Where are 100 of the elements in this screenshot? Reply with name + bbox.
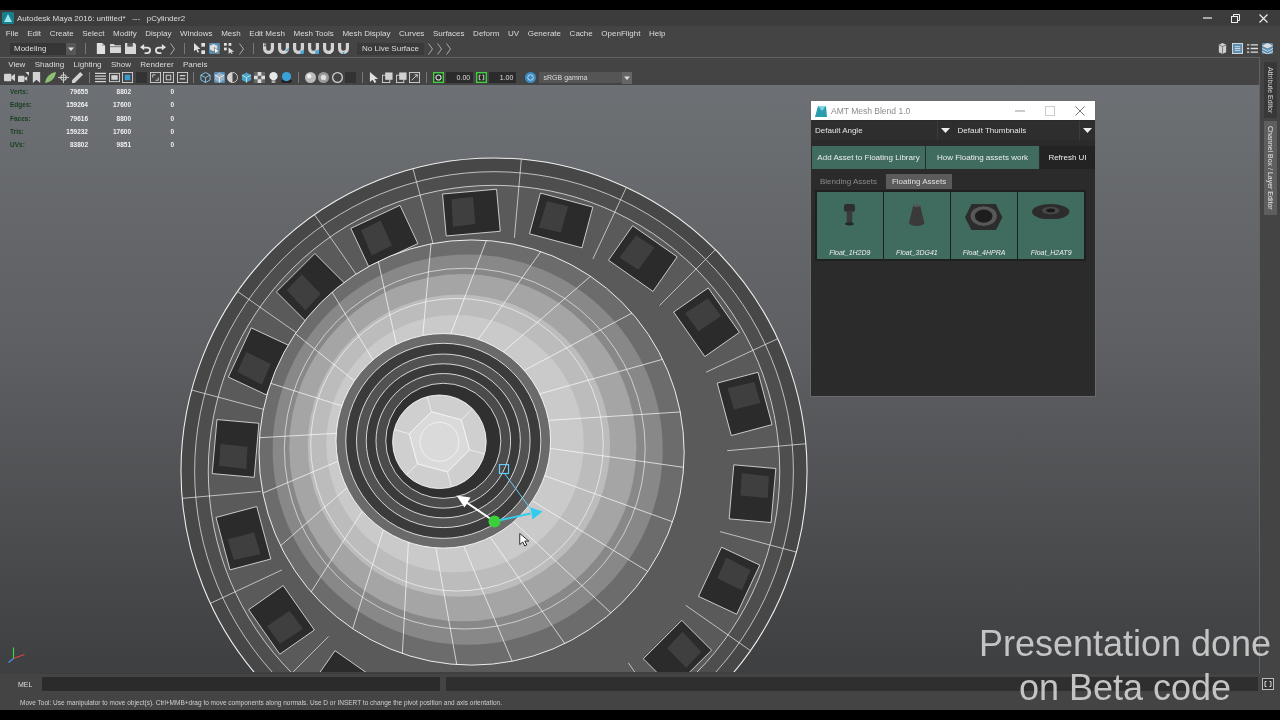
light-bulb-icon[interactable] (267, 72, 279, 83)
tab[interactable]: Floating Assets (885, 174, 953, 189)
resolution-gate-icon[interactable] (122, 72, 134, 83)
menu-item[interactable]: Edit Mesh (245, 28, 290, 38)
caption-text: Presentation done (978, 622, 1272, 666)
overlapping-squares-icon[interactable] (382, 72, 394, 83)
menu-item[interactable]: UV (503, 28, 524, 38)
live-surface-field[interactable]: No Live Surface (357, 42, 424, 55)
shaded-cube-icon[interactable] (213, 72, 225, 83)
crosshair-icon[interactable] (58, 72, 70, 83)
bookmark-icon[interactable] (31, 72, 43, 83)
camera-icon[interactable] (17, 72, 29, 83)
textured-cube-icon[interactable] (240, 72, 252, 83)
caption-text: on Beta code (1018, 666, 1232, 710)
panel-icon[interactable] (1232, 43, 1243, 54)
menu-item[interactable]: Edit (23, 28, 46, 38)
menu-item[interactable]: Mesh (216, 28, 245, 38)
button[interactable]: Add Asset to Floating Library (812, 146, 925, 169)
menu-item[interactable]: Generate (523, 28, 566, 38)
cone-icon (909, 204, 925, 226)
menu-item[interactable]: Select (78, 28, 109, 38)
panel-menu-item[interactable]: View (3, 59, 31, 69)
caret-icon[interactable] (621, 71, 632, 84)
resize-icon[interactable] (409, 72, 421, 83)
menu-item[interactable]: Deform (468, 28, 504, 38)
magnet-icon[interactable] (308, 43, 319, 54)
button[interactable]: How Floating assets work (926, 146, 1039, 169)
menu-item[interactable]: Surfaces (428, 28, 469, 38)
menu-item[interactable]: Mesh Tools (289, 28, 339, 38)
exposure-icon[interactable] (432, 72, 444, 83)
magnet-icon[interactable] (293, 43, 304, 54)
app-logo-icon (815, 104, 827, 117)
cursor-cube-icon[interactable] (209, 43, 220, 54)
magnet-icon[interactable] (338, 43, 349, 54)
magnet-icon[interactable] (278, 43, 289, 54)
caret-icon[interactable] (940, 128, 950, 133)
script-editor-icon[interactable] (1262, 678, 1274, 690)
chevron-icon[interactable] (436, 42, 442, 55)
menu-item[interactable]: Modify (108, 28, 141, 38)
leaf-icon[interactable] (44, 72, 56, 83)
menu-item[interactable]: OpenFlight (597, 28, 645, 38)
chevron-icon[interactable] (239, 42, 244, 55)
panel-menu-item[interactable]: Panels (178, 59, 213, 69)
panel-menu-item[interactable]: Shading (30, 59, 69, 69)
restore-icon[interactable] (1231, 13, 1240, 23)
gamma-icon[interactable] (475, 72, 487, 83)
hex-nut-icon (965, 204, 1003, 231)
menu-item[interactable]: Create (45, 28, 78, 38)
chevron-icon[interactable] (170, 42, 175, 55)
menu-set-dropdown[interactable]: Modeling (10, 42, 76, 55)
caret-icon[interactable] (1083, 128, 1092, 133)
cube-icon[interactable] (1217, 43, 1228, 54)
button[interactable]: Refresh UI (1040, 146, 1095, 169)
color-management-icon[interactable] (524, 72, 536, 83)
menu-item[interactable]: File (1, 28, 23, 38)
list-icon[interactable] (1247, 43, 1258, 54)
menu-item[interactable]: Help (644, 28, 670, 38)
chevron-icon[interactable] (445, 42, 451, 55)
window-title: AMT Mesh Blend 1.0 (831, 105, 911, 116)
camera-icon[interactable] (4, 72, 15, 83)
pencil-icon[interactable] (71, 72, 83, 83)
chevron-icon[interactable] (427, 42, 433, 55)
overlapping-squares-icon[interactable] (395, 72, 407, 83)
magnet-icon[interactable] (263, 43, 274, 54)
frame-icon[interactable] (149, 72, 161, 83)
half-circle-icon[interactable] (227, 72, 239, 83)
sphere-shadow-icon[interactable] (281, 72, 293, 83)
undo-icon[interactable] (140, 43, 151, 54)
menu-item[interactable]: Windows (175, 28, 217, 38)
command-input[interactable] (42, 677, 440, 691)
folder-icon[interactable] (110, 43, 121, 54)
panel-menu-item[interactable]: Lighting (68, 59, 107, 69)
panel-menu-item[interactable]: Show (106, 59, 136, 69)
sphere-icon[interactable] (318, 72, 330, 83)
tab[interactable]: Blending Assets (814, 174, 883, 189)
layers-icon[interactable] (1262, 43, 1273, 54)
menu-item[interactable]: Cache (565, 28, 598, 38)
list-icon[interactable] (95, 72, 107, 83)
new-file-icon[interactable] (95, 43, 106, 54)
film-gate-icon[interactable] (108, 72, 120, 83)
cursor-icon[interactable] (368, 72, 380, 83)
frame-icon[interactable] (163, 72, 175, 83)
redo-icon[interactable] (155, 43, 166, 54)
magnet-icon[interactable] (323, 43, 334, 54)
menu-item[interactable]: Curves (394, 28, 429, 38)
save-icon[interactable] (125, 43, 136, 54)
cursor-boxes-icon[interactable] (194, 43, 205, 54)
caret-icon[interactable] (66, 42, 76, 55)
sphere-icon[interactable] (304, 72, 316, 83)
checker-icon[interactable] (254, 72, 266, 83)
panel-menu-item[interactable]: Renderer (135, 59, 179, 69)
circle-icon[interactable] (331, 72, 343, 83)
cursor-squares-icon[interactable] (224, 43, 235, 54)
menu-item[interactable]: Mesh Display (338, 28, 395, 38)
move-manipulator-icon[interactable] (456, 464, 543, 528)
wireframe-cube-icon[interactable] (199, 72, 211, 83)
framed-lines-icon[interactable] (176, 72, 188, 83)
menu-item[interactable]: Display (140, 28, 176, 38)
washer-icon (1032, 204, 1070, 220)
close-icon[interactable] (1075, 105, 1085, 116)
